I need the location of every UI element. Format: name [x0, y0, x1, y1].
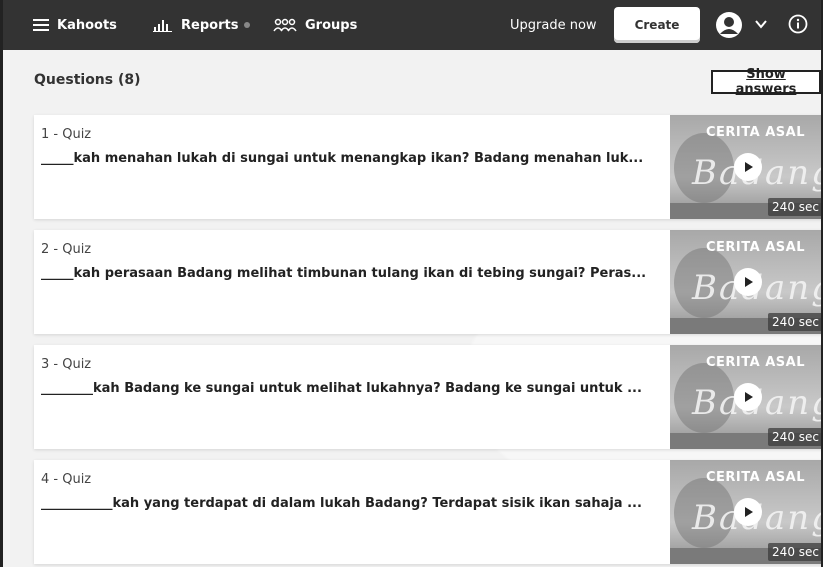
question-text: ___________kah yang terdapat di dalam lu… [41, 496, 642, 511]
play-icon [745, 162, 753, 172]
upgrade-now-link[interactable]: Upgrade now [510, 0, 597, 50]
play-button[interactable] [734, 268, 762, 296]
thumbnail-title: CERITA ASAL [706, 355, 805, 370]
nav-kahoots-label: Kahoots [57, 17, 117, 33]
info-icon[interactable] [788, 14, 808, 34]
bar-chart-icon [153, 20, 172, 32]
nav-kahoots[interactable]: Kahoots [33, 0, 117, 50]
question-card[interactable]: 4 - Quiz ___________kah yang terdapat di… [34, 460, 821, 564]
question-number: 2 - Quiz [41, 242, 92, 257]
play-button[interactable] [734, 153, 762, 181]
question-card[interactable]: 1 - Quiz _____kah menahan lukah di sunga… [34, 115, 821, 219]
question-number: 4 - Quiz [41, 472, 92, 487]
play-button[interactable] [734, 383, 762, 411]
question-thumbnail[interactable]: CERITA ASAL Badang 240 sec [670, 230, 821, 334]
nav-groups[interactable]: Groups [273, 0, 357, 50]
show-answers-button[interactable]: Show answers [711, 67, 821, 97]
thumbnail-title: CERITA ASAL [706, 470, 805, 485]
questions-heading: Questions (8) [34, 72, 141, 88]
duration-badge: 240 sec [768, 198, 821, 216]
hamburger-menu-icon [33, 19, 49, 31]
question-number: 1 - Quiz [41, 127, 92, 142]
question-text: _____kah perasaan Badang melihat timbuna… [41, 266, 647, 281]
top-navigation-bar: Kahoots Reports Groups Upgrade now Creat… [3, 0, 821, 50]
question-thumbnail[interactable]: CERITA ASAL Badang 240 sec [670, 460, 821, 564]
question-text: _____kah menahan lukah di sungai untuk m… [41, 151, 644, 166]
nav-reports-label: Reports [181, 17, 239, 33]
create-button[interactable]: Create [614, 7, 700, 43]
thumbnail-title: CERITA ASAL [706, 125, 805, 140]
question-text: ________kah Badang ke sungai untuk melih… [41, 381, 642, 396]
thumbnail-title: CERITA ASAL [706, 240, 805, 255]
nav-reports[interactable]: Reports [153, 0, 251, 50]
duration-badge: 240 sec [768, 543, 821, 561]
play-button[interactable] [734, 498, 762, 526]
question-thumbnail[interactable]: CERITA ASAL Badang 240 sec [670, 115, 821, 219]
play-icon [745, 392, 753, 402]
nav-groups-label: Groups [305, 17, 358, 33]
groups-icon [273, 18, 297, 32]
question-number: 3 - Quiz [41, 357, 92, 372]
chevron-down-icon[interactable] [754, 17, 768, 31]
play-icon [745, 277, 753, 287]
user-avatar-icon[interactable] [715, 11, 743, 39]
duration-badge: 240 sec [768, 313, 821, 331]
app-frame: Kahoots Reports Groups Upgrade now Creat… [0, 0, 823, 567]
question-card[interactable]: 2 - Quiz _____kah perasaan Badang meliha… [34, 230, 821, 334]
duration-badge: 240 sec [768, 428, 821, 446]
question-thumbnail[interactable]: CERITA ASAL Badang 240 sec [670, 345, 821, 449]
question-card[interactable]: 3 - Quiz ________kah Badang ke sungai un… [34, 345, 821, 449]
reports-notification-dot [244, 22, 251, 28]
play-icon [745, 507, 753, 517]
